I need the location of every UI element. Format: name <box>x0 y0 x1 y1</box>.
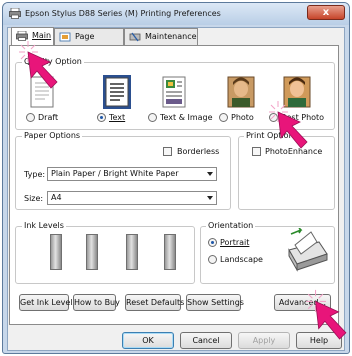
text-and-image-radio[interactable] <box>148 113 157 122</box>
close-button[interactable]: x <box>307 5 345 20</box>
ink-levels-title: Ink Levels <box>22 221 66 230</box>
text-and-image-label: Text & Image <box>160 113 213 122</box>
cancel-button[interactable]: Cancel <box>180 332 232 349</box>
ink-cartridge-cyan <box>86 234 98 270</box>
reset-defaults-button[interactable]: Reset Defaults <box>125 294 184 311</box>
printer-orientation-icon <box>288 228 328 272</box>
pointer-arrow-icon <box>269 101 308 149</box>
maintenance-icon <box>129 32 141 42</box>
ok-button[interactable]: OK <box>122 332 174 349</box>
get-ink-levels-button[interactable]: Get Ink Levels <box>19 294 77 311</box>
photo-label: Photo <box>231 113 254 122</box>
paper-type-select[interactable]: Plain Paper / Bright White Paper <box>47 167 217 181</box>
paper-type-label: Type: <box>24 170 46 179</box>
show-settings-button[interactable]: Show Settings <box>186 294 244 311</box>
text-radio[interactable] <box>97 113 106 122</box>
how-to-buy-button[interactable]: How to Buy <box>73 294 120 311</box>
tab-page-layout[interactable]: Page Layout <box>54 28 124 56</box>
borderless-label: Borderless <box>177 147 220 156</box>
pointer-arrow-icon <box>306 289 347 340</box>
photo-enhance-checkbox[interactable] <box>252 147 261 156</box>
ink-cartridge-magenta <box>126 234 138 270</box>
printer-icon <box>9 8 21 19</box>
landscape-radio[interactable] <box>208 255 217 264</box>
ink-cartridge-black <box>50 234 62 270</box>
landscape-label: Landscape <box>220 255 263 264</box>
text-and-image-quality-icon <box>162 76 186 108</box>
page-layout-icon <box>59 32 71 42</box>
paper-size-label: Size: <box>24 194 44 203</box>
tab-maintenance-label: Maintenance <box>145 32 197 41</box>
portrait-radio[interactable] <box>208 238 217 247</box>
text-label: Text <box>109 113 126 122</box>
apply-button[interactable]: Apply <box>238 332 290 349</box>
window-title: Epson Stylus D88 Series (M) Printing Pre… <box>25 9 221 18</box>
paper-size-select[interactable]: A4 <box>47 191 217 205</box>
paper-options-title: Paper Options <box>22 131 83 140</box>
paper-type-value: Plain Paper / Bright White Paper <box>51 169 179 178</box>
ink-cartridge-yellow <box>164 234 176 270</box>
chevron-down-icon <box>207 172 213 176</box>
pointer-arrow-icon <box>19 41 58 89</box>
draft-radio[interactable] <box>26 113 35 122</box>
portrait-label: Portrait <box>220 238 250 247</box>
photo-radio[interactable] <box>219 113 228 122</box>
chevron-down-icon <box>207 196 213 200</box>
tab-maintenance[interactable]: Maintenance <box>124 28 198 45</box>
paper-size-value: A4 <box>51 193 62 202</box>
borderless-checkbox[interactable] <box>163 147 172 156</box>
photo-quality-icon <box>227 76 255 108</box>
orientation-title: Orientation <box>206 221 256 230</box>
draft-label: Draft <box>38 113 59 122</box>
title-bar[interactable]: Epson Stylus D88 Series (M) Printing Pre… <box>3 3 349 25</box>
close-icon: x <box>322 7 330 18</box>
text-quality-icon <box>103 75 131 109</box>
